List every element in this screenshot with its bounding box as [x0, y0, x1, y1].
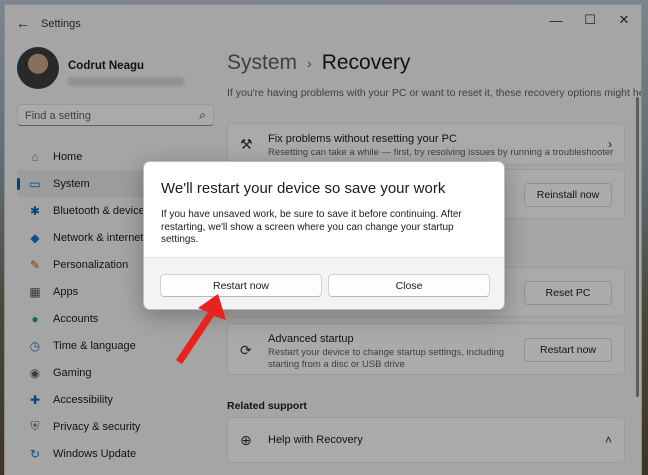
red-arrow-annotation: [176, 294, 226, 364]
restart-dialog: We'll restart your device so save your w…: [143, 161, 505, 310]
red-arrow-shape: [176, 294, 226, 364]
close-button[interactable]: Close: [328, 274, 490, 297]
dialog-title: We'll restart your device so save your w…: [161, 180, 446, 197]
dialog-message: If you have unsaved work, be sure to sav…: [161, 209, 462, 245]
